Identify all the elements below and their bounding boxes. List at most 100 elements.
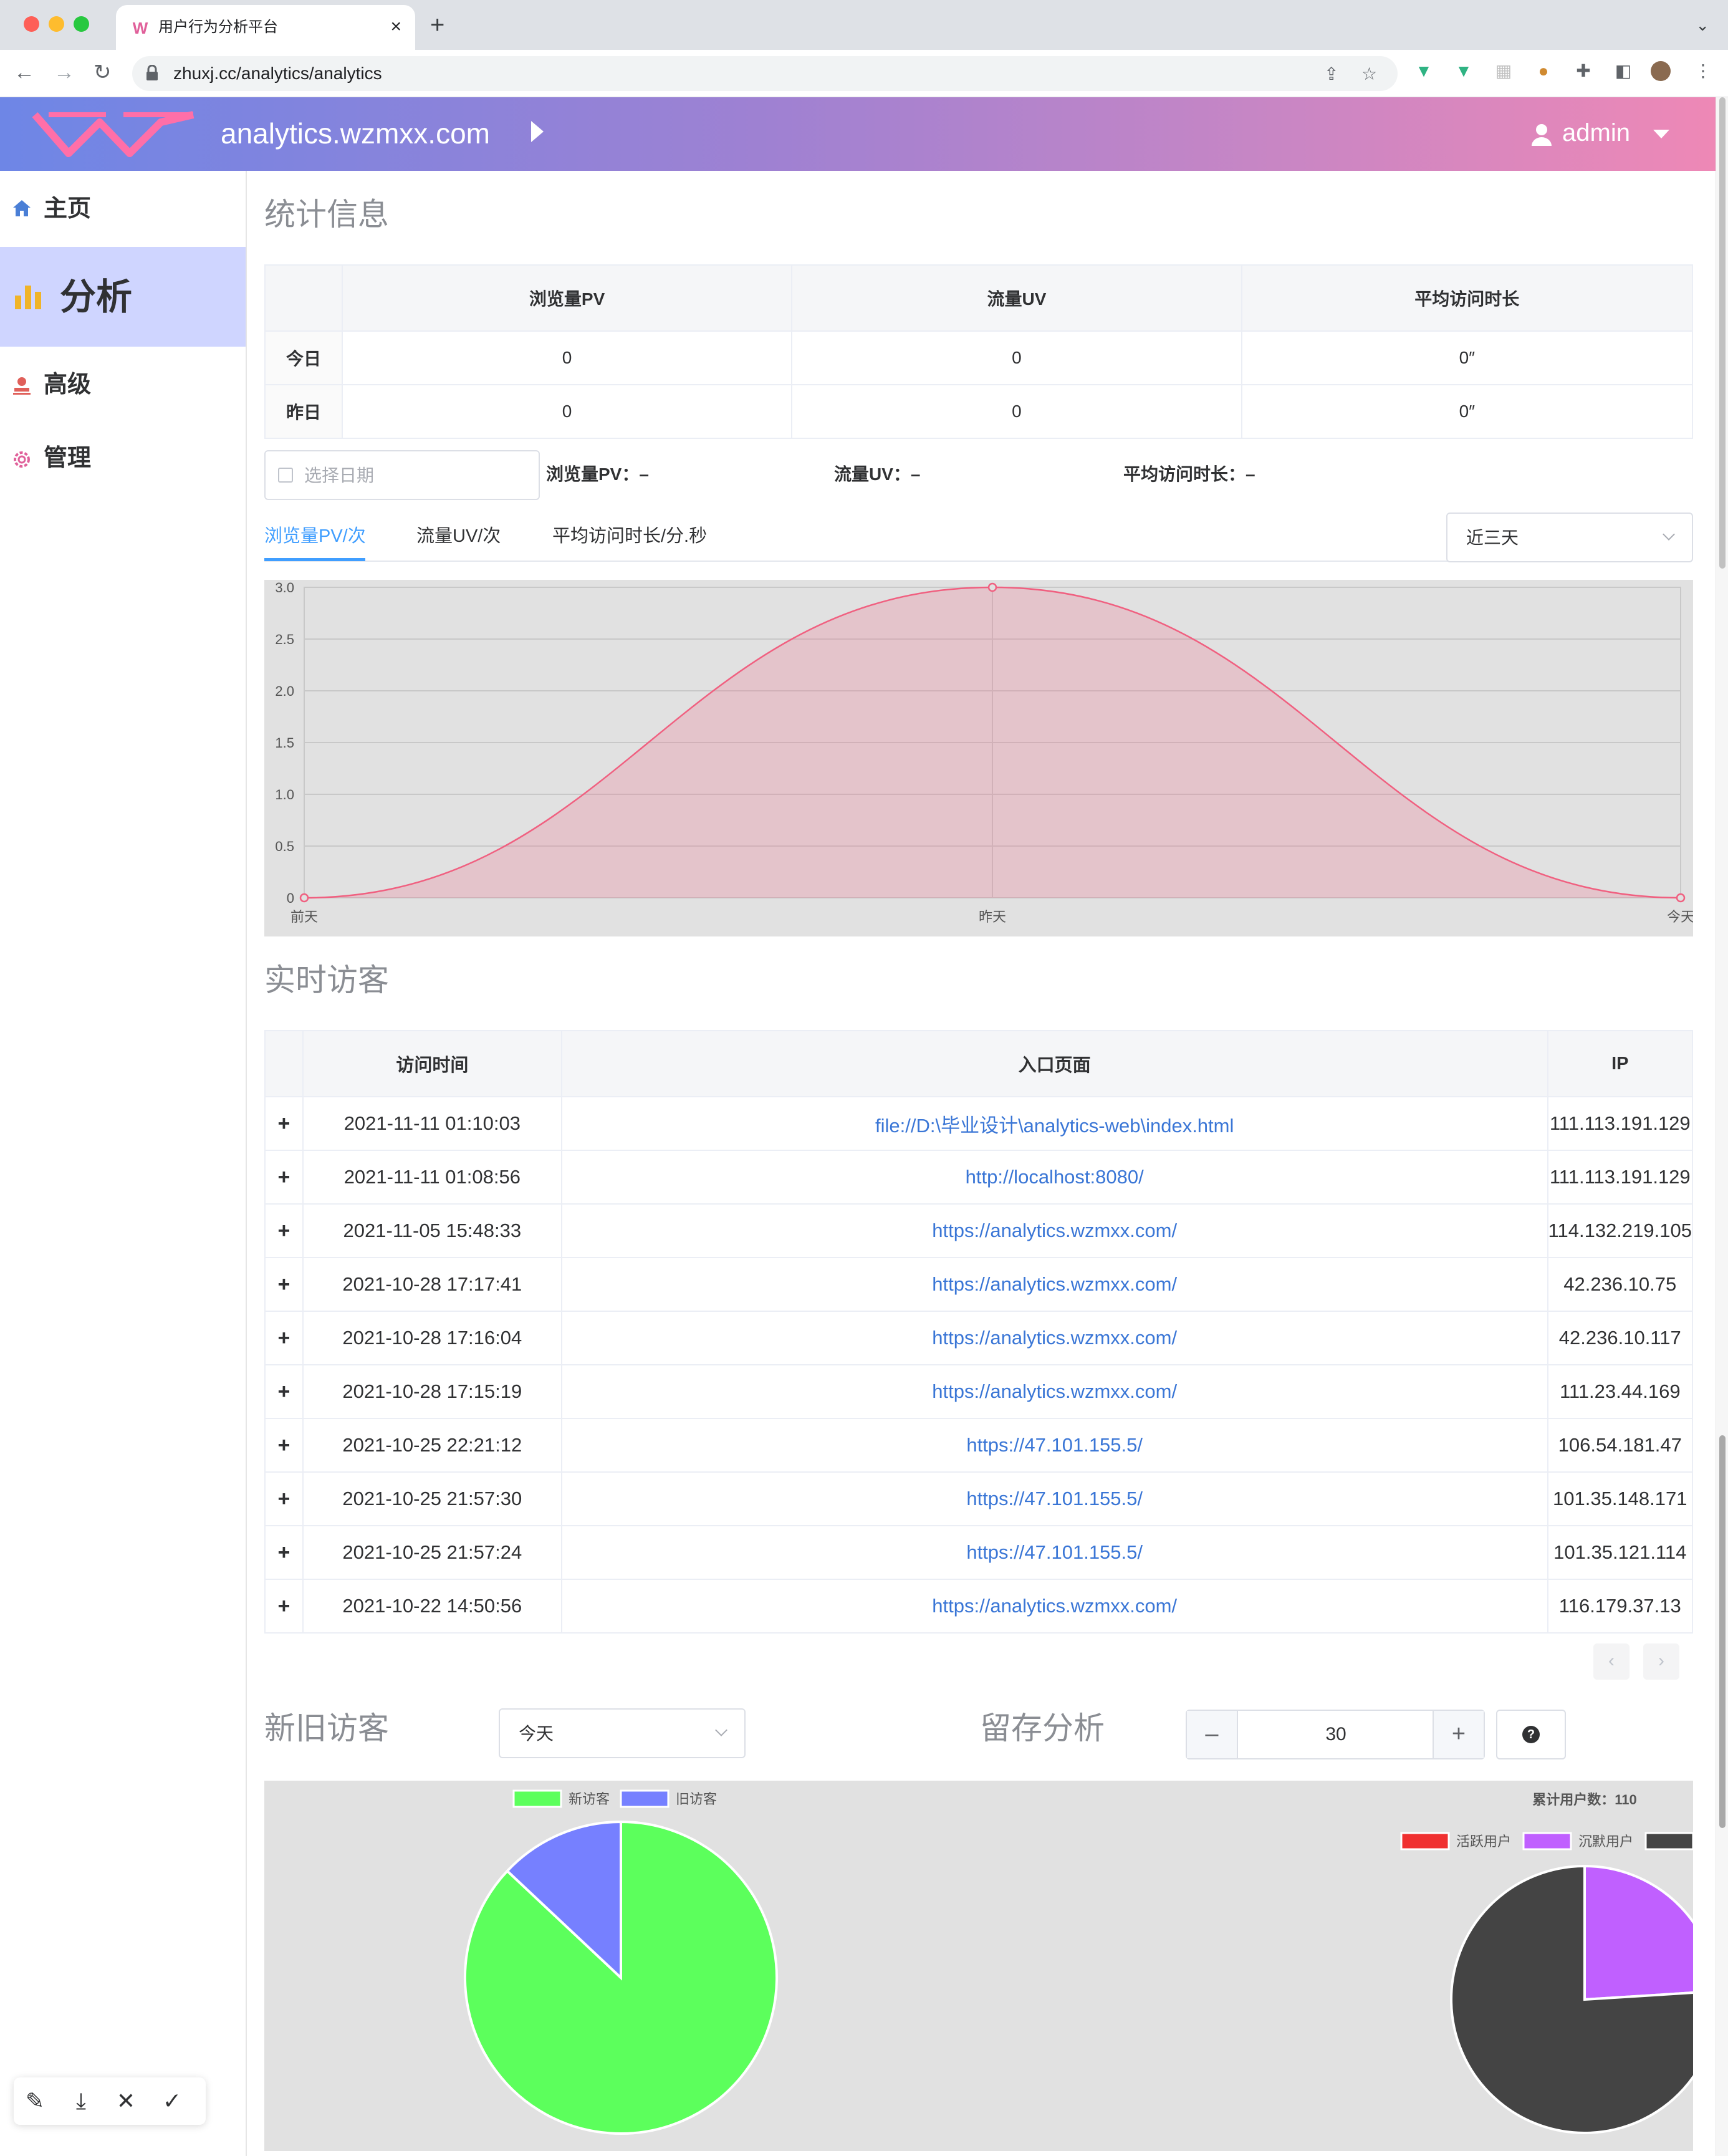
site-logo[interactable] [30,108,198,160]
edit-icon[interactable]: ✎ [22,2089,47,2114]
entry-page-link[interactable]: https://47.101.155.5/ [560,1525,1548,1580]
browser-menu-icon[interactable]: ⋮ [1693,61,1713,81]
user-stamp-icon [13,377,31,395]
table-row[interactable]: +2021-10-28 17:15:19 https://analytics.wz… [264,1364,1694,1419]
legend-swatch [1522,1832,1572,1850]
close-icon[interactable]: ✕ [113,2089,138,2114]
uv-summary-label: 流量UV： [834,464,911,484]
scrollbar-thumb[interactable] [1719,97,1726,569]
expand-row-button[interactable]: + [264,1579,304,1634]
qr-extension-icon[interactable]: ▦ [1494,61,1514,81]
expand-row-button[interactable]: + [264,1203,304,1258]
entry-page-link[interactable]: https://47.101.155.5/ [560,1418,1548,1473]
y-tick-label: 0 [287,890,294,906]
entry-page-link[interactable]: https://analytics.wzmxx.com/ [560,1364,1548,1419]
new-old-range-select[interactable]: 今天 [499,1708,746,1758]
expand-row-button[interactable]: + [264,1257,304,1312]
table-row[interactable]: +2021-10-28 17:16:04 https://analytics.wz… [264,1311,1694,1365]
table-row[interactable]: +2021-11-11 01:10:03 file://D:\毕业设计\analy… [264,1096,1694,1151]
section-title-retention: 留存分析 [980,1711,1105,1746]
download-icon[interactable]: ⤓ [69,2089,94,2114]
legend-swatch [1400,1832,1450,1850]
tab-avg-duration[interactable]: 平均访问时长/分.秒 [552,525,707,547]
tab-pv[interactable]: 浏览量PV/次 [264,525,366,547]
reload-button[interactable]: ↻ [94,59,112,86]
new-tab-button[interactable]: + [430,11,444,39]
entry-page-link[interactable]: https://analytics.wzmxx.com/ [560,1257,1548,1312]
entry-page-link[interactable]: file://D:\毕业设计\analytics-web\index.html [560,1096,1548,1151]
table-row[interactable]: +2021-10-25 22:21:12 https://47.101.155.5… [264,1418,1694,1473]
expand-row-button[interactable]: + [264,1525,304,1580]
increase-button[interactable]: + [1433,1711,1484,1758]
x-tick-label: 今天 [1667,909,1693,925]
url-text[interactable]: zhuxj.cc/analytics/analytics [173,63,382,84]
entry-page-link[interactable]: https://47.101.155.5/ [560,1471,1548,1526]
back-button[interactable]: ← [14,59,35,86]
table-row[interactable]: +2021-10-22 14:50:56 https://analytics.wz… [264,1579,1694,1634]
browser-tab[interactable]: W 用户行为分析平台 × [116,5,415,50]
retention-help-button[interactable]: ? [1496,1710,1566,1759]
visitor-ip: 42.236.10.75 [1547,1257,1694,1312]
check-icon[interactable]: ✓ [160,2089,185,2114]
table-row[interactable]: +2021-11-11 01:08:56 http://localhost:808… [264,1150,1694,1205]
sidebar-item-manage[interactable]: 管理 [0,421,246,496]
expand-row-button[interactable]: + [264,1471,304,1526]
row-label: 昨日 [264,384,343,439]
table-row[interactable]: +2021-11-05 15:48:33 https://analytics.wz… [264,1203,1694,1258]
visit-time: 2021-10-25 22:21:12 [302,1418,562,1473]
retention-days-stepper[interactable]: – 30 + [1186,1710,1485,1759]
x-tick-label: 前天 [290,909,318,925]
prev-page-button[interactable]: ‹ [1593,1643,1630,1680]
y-tick-label: 2.5 [275,632,294,647]
date-picker[interactable]: 选择日期 [264,450,540,500]
expand-row-button[interactable]: + [264,1364,304,1419]
maximize-window-button[interactable] [74,16,89,32]
close-window-button[interactable] [24,16,39,32]
site-domain[interactable]: analytics.wzmxx.com [221,116,490,151]
sidebar-item-label: 主页 [44,196,92,222]
y-tick-label: 3.0 [275,580,294,595]
entry-page-link[interactable]: https://analytics.wzmxx.com/ [560,1203,1548,1258]
table-row[interactable]: +2021-10-28 17:17:41 https://analytics.wz… [264,1257,1694,1312]
minimize-window-button[interactable] [49,16,64,32]
expand-row-button[interactable]: + [264,1096,304,1151]
caret-right-icon[interactable] [531,121,544,142]
share-icon[interactable]: ⇪ [1324,64,1338,85]
vue-devtools-icon[interactable]: ▼ [1414,61,1434,81]
entry-page-link[interactable]: https://analytics.wzmxx.com/ [560,1311,1548,1365]
vue-extension-icon[interactable]: ▼ [1454,61,1474,81]
main-content: 统计信息 浏览量PV 流量UV 平均访问时长 今日 0 0 0″ 昨日 0 0 … [247,171,1728,2156]
sidebar-item-analysis[interactable]: 分析 [0,247,246,347]
side-panel-icon[interactable]: ◧ [1613,61,1633,81]
page-scrollbar[interactable] [1716,97,1728,2156]
expand-row-button[interactable]: + [264,1418,304,1473]
cookie-extension-icon[interactable]: ● [1534,61,1553,81]
entry-page-link[interactable]: https://analytics.wzmxx.com/ [560,1579,1548,1634]
tab-uv[interactable]: 流量UV/次 [416,525,501,547]
chevron-down-icon [715,1724,727,1736]
range-select[interactable]: 近三天 [1446,513,1693,562]
visitors-header-expand [264,1030,304,1097]
decrease-button[interactable]: – [1187,1711,1238,1758]
tab-search-icon[interactable]: ⌄ [1696,15,1709,35]
scrollbar-thumb-secondary[interactable] [1719,1435,1726,1828]
visit-time: 2021-10-22 14:50:56 [302,1579,562,1634]
expand-row-button[interactable]: + [264,1311,304,1365]
expand-row-button[interactable]: + [264,1150,304,1205]
tab-close-icon[interactable]: × [390,16,401,37]
retention-days-input[interactable]: 30 [1239,1711,1433,1758]
forward-button[interactable]: → [54,59,75,86]
next-page-button[interactable]: › [1643,1643,1679,1680]
profile-avatar[interactable] [1651,61,1671,81]
bookmark-star-icon[interactable]: ☆ [1361,64,1377,85]
user-menu-caret-icon[interactable] [1653,130,1669,138]
sidebar-item-home[interactable]: 主页 [0,171,246,246]
table-row[interactable]: +2021-10-25 21:57:30 https://47.101.155.5… [264,1471,1694,1526]
table-row[interactable]: +2021-10-25 21:57:24 https://47.101.155.5… [264,1525,1694,1580]
data-point [1676,893,1686,903]
user-name[interactable]: admin [1562,117,1630,148]
address-bar[interactable]: zhuxj.cc/analytics/analytics ⇪ ☆ [132,56,1398,91]
sidebar-item-advanced[interactable]: 高级 [0,347,246,421]
extensions-puzzle-icon[interactable]: ✚ [1573,61,1593,81]
entry-page-link[interactable]: http://localhost:8080/ [560,1150,1548,1205]
